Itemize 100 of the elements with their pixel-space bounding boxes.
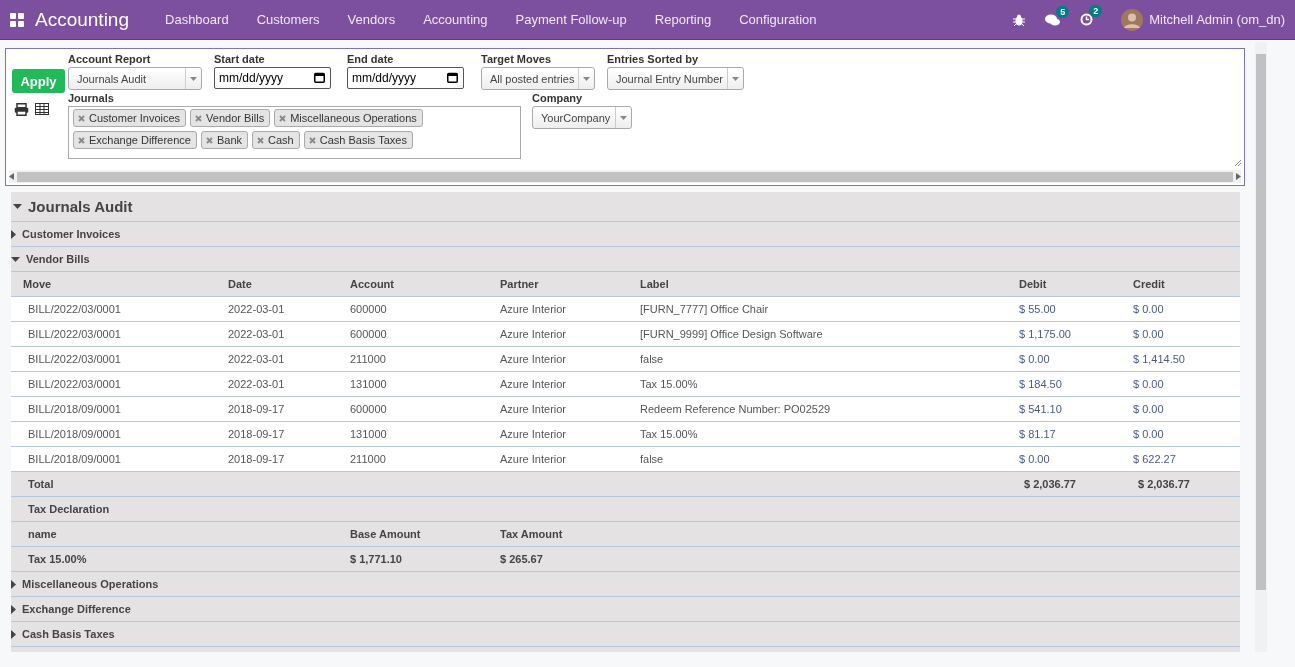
scrollbar[interactable] [1255,42,1267,652]
table-cell-text: 2022-03-01 [228,303,286,315]
table-cell-text: Azure Interior [500,303,568,315]
dropdown-arrow-icon [583,76,590,81]
target-moves-select[interactable]: All posted entries [481,67,595,90]
journal-name: Exchange Difference [22,603,131,615]
app-title: Accounting [35,8,129,31]
table-cell-text: Azure Interior [500,453,568,465]
report-header[interactable]: Journals Audit [11,192,1240,222]
journal-name: Miscellaneous Operations [22,578,159,590]
table-cell-text: $ 0.00 [1019,353,1051,365]
journal-tag[interactable]: Customer Invoices [73,109,187,127]
column-header: Debit [1019,278,1048,290]
dropdown-arrow-icon [620,115,627,120]
menu-item[interactable]: Vendors [333,12,410,27]
caret-down-icon [13,204,22,209]
column-header: Credit [1133,278,1166,290]
remove-icon[interactable] [308,136,316,144]
table-cell-text: $ 541.10 [1019,403,1063,415]
journal-row[interactable]: Customer Invoices [11,222,1240,247]
company-select[interactable]: YourCompany [532,106,632,129]
journal-name: Cash Basis Taxes [22,628,115,640]
menu-item[interactable]: Reporting [640,12,726,27]
table-cell-text: 600000 [350,403,388,415]
field-label: End date [347,53,395,65]
table-cell-text: $ 1,771.10 [350,553,403,565]
journal-row[interactable]: Vendor Bills [11,247,1240,272]
table-cell-text: Azure Interior [500,353,568,365]
journal-name: Vendor Bills [26,253,90,265]
menu-item[interactable]: Dashboard [151,12,243,27]
apps-grid-icon[interactable] [10,12,24,27]
caret-right-icon [11,229,16,239]
table-cell-text: $ 0.00 [1019,453,1051,465]
remove-icon[interactable] [78,136,85,144]
table-cell-text: $ 0.00 [1133,403,1165,415]
table-cell-text: 211000 [350,453,387,465]
caret-right-icon [11,604,16,614]
dropdown-arrow-icon [732,76,739,81]
field-label: Target Moves [481,53,553,65]
table-cell-text: $ 265.67 [500,553,544,565]
menu-item[interactable]: Accounting [409,12,502,27]
journals-field[interactable]: Customer Invoices Vendor Bills Miscellaneous Operations Exchange Difference Bank Cash Cash Basis Taxes [68,106,521,159]
resize-handle-icon[interactable] [1235,160,1241,166]
caret-down-icon [11,256,20,262]
remove-icon[interactable] [257,136,264,144]
field-label: Company [532,92,584,104]
sort-select[interactable]: Journal Entry Number [607,67,744,90]
table-cell-text: 131000 [350,428,388,440]
scroll-right-icon[interactable] [1236,173,1241,180]
table-cell-text: $ 81.17 [1019,428,1057,440]
remove-icon[interactable] [205,136,213,144]
journal-row[interactable]: Cash Basis Taxes [11,622,1240,647]
total-credit: $ 2,036.77 [1138,478,1191,490]
column-header: Label [640,278,670,290]
report-select[interactable]: Journals Audit [68,67,202,90]
chat-icon[interactable] [1045,13,1061,26]
journal-tag[interactable]: Cash Basis Taxes [303,131,413,149]
journal-tag[interactable]: Exchange Difference [73,131,197,149]
user-name[interactable]: Mitchell Admin (om_dn) [1149,12,1285,27]
journal-tag[interactable]: Vendor Bills [190,109,271,127]
menu-item[interactable]: Customers [242,12,334,27]
journal-tag[interactable]: Miscellaneous Operations [274,109,423,127]
menu-item[interactable]: Payment Follow-up [501,12,641,27]
table-cell-text: BILL/2022/03/0001 [27,328,122,340]
table-cell-text: $ 184.50 [1019,378,1063,390]
avatar[interactable] [1121,8,1144,31]
date-field[interactable]: mm/dd/yyyy [347,67,464,89]
journal-tag[interactable]: Bank [200,131,248,149]
total-label: Total [28,478,55,490]
table-cell-text: 2018-09-17 [228,403,286,415]
bug-icon[interactable] [1013,13,1026,26]
table-cell-text: BILL/2018/09/0001 [27,403,122,415]
table-cell-text: false [640,353,665,365]
column-header: name [28,528,58,540]
table-cell-text: [FURN_7777] Office Chair [640,303,770,315]
calendar-icon[interactable] [447,72,458,83]
remove-icon[interactable] [195,114,203,122]
table-icon[interactable] [35,103,49,115]
column-header: Base Amount [350,528,422,540]
scroll-left-icon[interactable] [9,173,14,180]
calendar-icon[interactable] [314,72,325,83]
menu-item[interactable]: Configuration [725,12,831,27]
table-cell-text: Tax 15.00% [640,378,699,390]
table-cell-text: 600000 [350,303,388,315]
field-label: Start date [214,53,266,65]
table-cell-text: false [640,453,665,465]
table-cell-text: $ 1,175.00 [1019,328,1072,340]
print-icon[interactable] [14,103,29,116]
clock-icon[interactable] [1080,13,1094,26]
journal-row[interactable]: Exchange Difference [11,597,1240,622]
table-cell-text: $ 0.00 [1133,328,1165,340]
journal-tag[interactable]: Cash [252,131,300,149]
date-field[interactable]: mm/dd/yyyy [214,67,331,89]
remove-icon[interactable] [279,114,287,122]
journal-row[interactable]: Miscellaneous Operations [11,572,1240,597]
dropdown-arrow-icon [190,76,197,81]
remove-icon[interactable] [78,114,85,122]
scrollbar[interactable] [9,170,1241,183]
column-header: Date [228,278,253,290]
table-cell-text: BILL/2022/03/0001 [27,303,122,315]
